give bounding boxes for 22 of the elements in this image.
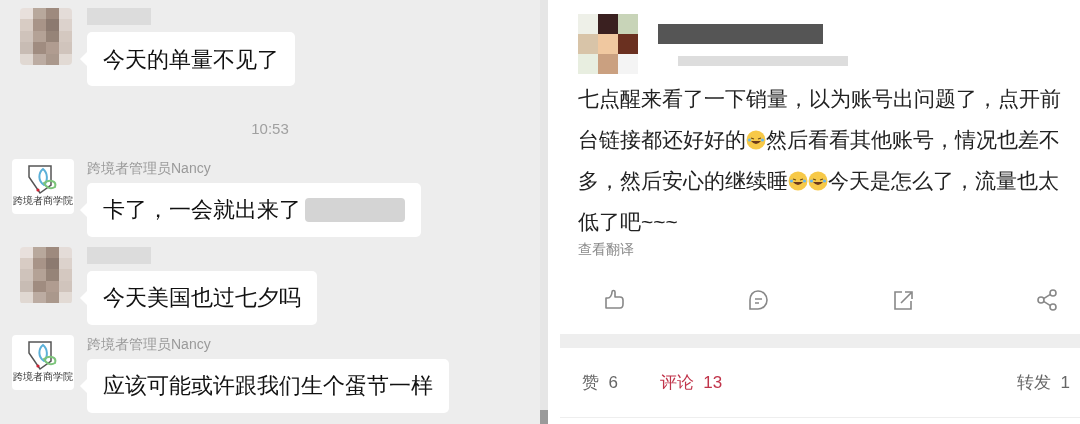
post-text: 七点醒来看了一下销量，以为账号出问题了，点开前台链接都还好好的 然后看看其他账号，情况也差不多，然后安心的继续睡 今天是怎么了，流量也太低了吧~~~	[578, 86, 1062, 235]
scrollbar-thumb[interactable]	[540, 410, 548, 424]
stat-tab[interactable]: 转发 1	[1017, 369, 1070, 396]
message-text: 卡了，一会就出来了	[103, 196, 301, 224]
stat-tab[interactable]: 赞 6	[582, 369, 618, 396]
timestamp: 10:53	[251, 119, 289, 139]
sender-name: 跨境者管理员Nancy	[87, 334, 212, 353]
share-icon[interactable]	[1035, 287, 1060, 313]
logo-caption: 跨境者商学院	[13, 194, 73, 207]
pixelated-avatar	[20, 246, 72, 304]
stat-tab[interactable]: 评论 13	[659, 369, 723, 396]
pixelated-avatar	[578, 14, 638, 74]
laughing-emoji-icon	[746, 130, 766, 150]
message-text: 应该可能或许跟我们生个蛋节一样	[103, 372, 433, 400]
sender-name: 跨境者管理员Nancy	[87, 158, 212, 177]
message-text: 今天的单量不见了	[103, 45, 279, 74]
pixelated-avatar	[20, 8, 72, 65]
logo-caption: 跨境者商学院	[13, 370, 73, 383]
translate-link[interactable]: 查看翻译	[548, 239, 1080, 259]
message-text: 今天美国也过七夕吗	[103, 284, 301, 312]
laughing-emoji-icon	[788, 171, 808, 191]
laughing-emoji-icon	[808, 171, 828, 191]
